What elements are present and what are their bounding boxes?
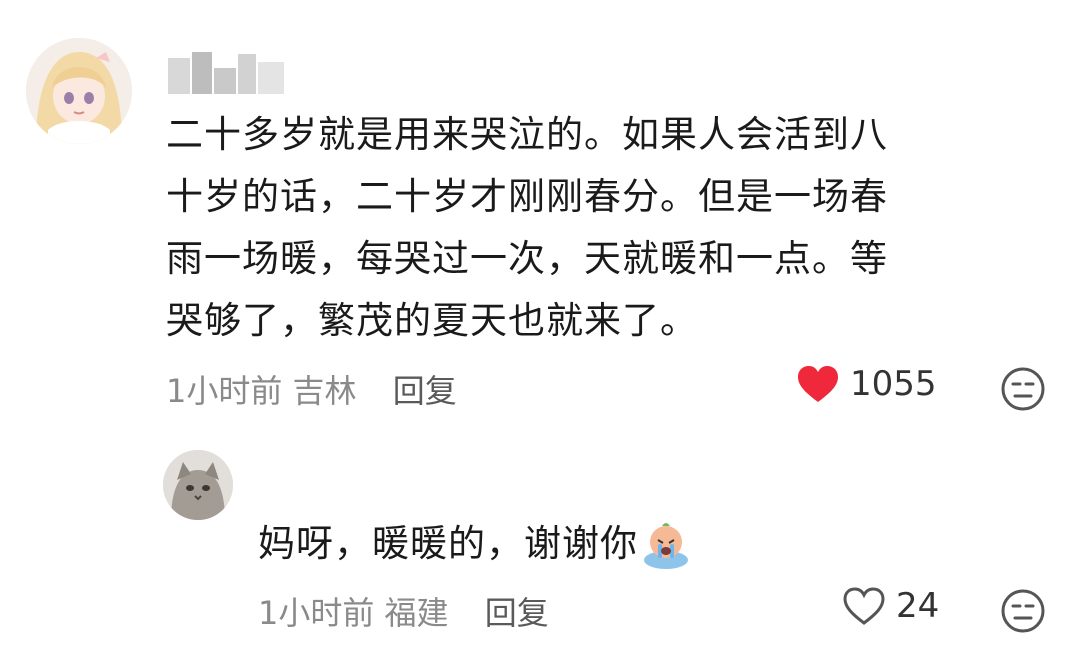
heart-filled-icon: [798, 366, 838, 402]
dislike-button[interactable]: [1000, 366, 1046, 412]
reply-text: 妈呀，暖暖的，谢谢你: [258, 516, 692, 572]
reply-time: 1小时前: [258, 594, 375, 632]
reply-meta: 1小时前 福建 回复: [258, 588, 549, 634]
unamused-face-icon: [1001, 367, 1045, 411]
unamused-face-icon: [1001, 589, 1045, 633]
reply-button[interactable]: 回复: [485, 594, 549, 632]
heart-outline-icon: [843, 587, 885, 625]
comment-meta: 1小时前 吉林 回复: [166, 366, 457, 412]
like-count: 1055: [850, 364, 937, 404]
reply-button[interactable]: 回复: [393, 372, 457, 410]
comment-line: 雨一场暖，每哭过一次，天就暖和一点。等: [166, 237, 888, 280]
like-count: 24: [896, 586, 940, 626]
like-button[interactable]: 24: [842, 586, 939, 626]
dislike-button[interactable]: [1000, 588, 1046, 634]
comment-line: 二十多岁就是用来哭泣的。如果人会活到八: [166, 113, 888, 156]
comment-text: 二十多岁就是用来哭泣的。如果人会活到八 十岁的话，二十岁才刚刚春分。但是一场春 …: [166, 104, 926, 352]
reply-avatar[interactable]: [163, 450, 233, 520]
avatar[interactable]: [26, 38, 132, 144]
comment-line: 十岁的话，二十岁才刚刚春分。但是一场春: [166, 175, 888, 218]
comment-time: 1小时前: [166, 372, 283, 410]
comment-location: 吉林: [292, 372, 357, 410]
crying-face-emoji-icon: [640, 518, 692, 570]
username-blurred[interactable]: [168, 48, 288, 100]
reply-location: 福建: [384, 594, 449, 632]
like-button[interactable]: 1055: [796, 364, 937, 404]
reply-content: 妈呀，暖暖的，谢谢你: [258, 522, 638, 565]
comment-line: 哭够了，繁茂的夏天也就来了。: [166, 299, 698, 342]
